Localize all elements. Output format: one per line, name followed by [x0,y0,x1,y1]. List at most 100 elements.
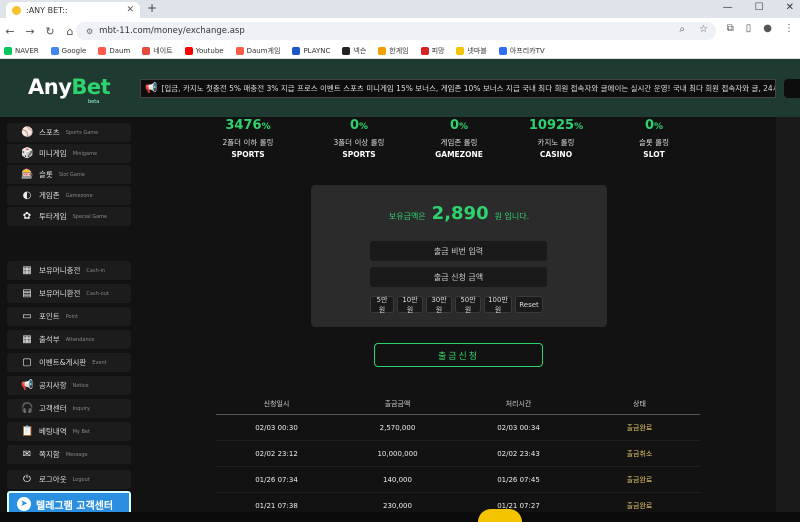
bookmark-favicon-icon [142,47,151,55]
sidebar-item[interactable]: ✉ 쪽지함 Message [7,445,131,464]
sidebar-item[interactable]: 📋 베팅내역 My Bet [7,422,131,441]
bookmark-favicon-icon [184,47,193,55]
add-amount-button[interactable]: 5만원 [370,296,394,314]
back-icon[interactable]: ← [0,25,20,38]
sidebar-item[interactable]: ✿ 투타게임 Special Game [7,207,131,226]
maximize-icon[interactable]: ☐ [755,2,764,13]
bookmark-item[interactable]: 한게임 [378,46,409,56]
browser-tab[interactable]: :ANY BET:: ✕ [6,2,140,18]
sidebar-label: 게임존 [39,191,60,200]
stat-category: SPORTS [231,150,265,159]
sidebar-item[interactable]: ▦ 보유머니충전 Cash-in [7,261,131,280]
zoom-icon[interactable]: ⌕ [679,24,685,35]
bookmark-item[interactable]: 넷마블 [456,46,487,56]
stat-number: 0 [349,118,359,133]
bookmark-label: Daum게임 [246,47,281,55]
sidebar-sublabel: Inquiry [72,405,90,412]
add-amount-button[interactable]: 10만원 [397,296,423,314]
cell-amount: 2,570,000 [379,423,416,432]
site-logo[interactable]: AnyBet beta [28,75,111,105]
bookmark-item[interactable]: Youtube [184,47,224,55]
bookmark-item[interactable]: Daum게임 [235,46,281,56]
main-content: 3476% 2폴더 이하 롤링 SPORTS 0% 3폴더 이상 롤링 SPORTS 0% 게… [138,117,776,522]
sidebar-icon: ◐ [22,190,32,201]
stat-unit: % [261,122,271,132]
sidebar-sublabel: Notice [72,382,89,389]
megaphone-icon: 📢 [145,83,158,94]
close-icon[interactable]: ✕ [126,5,134,15]
sidebar-item[interactable]: ◐ 게임존 Gamezone [7,186,131,205]
bookmark-item[interactable]: Google [50,47,86,55]
withdraw-submit-button[interactable]: 출금신청 [374,343,543,367]
cell-status: 출금완료 [626,423,653,432]
floating-chat-button[interactable] [478,509,522,522]
withdraw-password-input[interactable] [370,241,547,261]
add-amount-button[interactable]: 50만원 [455,296,481,314]
bookmark-item[interactable]: 넥슨 [342,46,366,56]
sidebar-icon: 🎧 [21,403,34,414]
stat-category: SLOT [643,150,665,159]
sidebar-item[interactable]: 🎧 고객센터 Inquiry [7,399,131,418]
menu-icon[interactable]: ⋮ [784,23,794,34]
window-close-icon[interactable]: ✕ [786,2,794,13]
sidebar-sublabel: My Bet [72,428,90,435]
sidebar-sublabel: Sports Game [65,129,99,136]
sidepanel-icon[interactable]: ▯ [746,23,752,34]
withdraw-amount-input[interactable] [370,267,547,287]
balance-value: 2,890 [431,203,489,224]
bookmark-item[interactable]: NAVER [4,47,39,55]
profile-icon[interactable]: ● [763,23,772,34]
site-info-icon[interactable]: ⚙ [86,27,93,36]
logo-any: Any [28,75,72,99]
bookmark-label: 아프리카TV [509,47,545,55]
sidebar-item[interactable]: ▤ 보유머니환전 Cash-out [7,284,131,303]
bookmark-item[interactable]: 네이트 [142,46,173,56]
sidebar: ➤ 텔레그램 고객센터 ⚾ 스포츠 Sports Game 🎲 미니게임 Minigame… [0,117,138,522]
url-text[interactable]: mbt-11.com/money/exchange.asp [99,26,245,36]
minimize-icon[interactable]: — [723,2,733,13]
bookmark-label: 네이트 [153,47,173,55]
bookmark-item[interactable]: PLAYNC [292,47,330,55]
forward-icon[interactable]: → [20,25,40,38]
sidebar-label: 보유머니충전 [39,266,81,275]
rolling-stat: 3476% 2폴더 이하 롤링 SPORTS [193,119,303,159]
sidebar-sublabel: Event [92,359,107,366]
bookmark-star-icon[interactable]: ☆ [699,24,708,35]
marquee-text: [입금, 카지노 첫충전 5% 매충전 3% 지급 프로스 이벤트 스포츠 미니… [161,84,776,93]
extensions-icon[interactable]: ⧉ [727,23,734,34]
sidebar-item[interactable]: 🎲 미니게임 Minigame [7,144,131,163]
sidebar-icon: 📋 [21,426,34,437]
sidebar-label: 투타게임 [39,212,67,221]
sidebar-item[interactable]: ▢ 이벤트&게시판 Event [7,353,131,372]
bookmark-item[interactable]: 아프리카TV [498,46,545,56]
add-amount-button[interactable]: 100만원 [484,296,512,314]
stat-value: 0% [304,119,414,134]
add-amount-button[interactable]: 30만원 [426,296,452,314]
sidebar-item[interactable]: ⚾ 스포츠 Sports Game [7,123,131,142]
reload-icon[interactable]: ↻ [40,25,60,38]
cell-date: 02/03 00:30 [255,423,298,432]
bookmark-item[interactable]: 피망 [420,46,444,56]
address-bar[interactable]: ⚙ mbt-11.com/money/exchange.asp ⌕ ☆ [76,22,716,40]
sidebar-item[interactable]: 🎰 슬롯 Slot Game [7,165,131,184]
column-header: 상태 [633,399,646,408]
header-button[interactable] [784,79,800,98]
column-header: 신청일시 [263,399,290,408]
cell-date: 01/26 07:34 [255,475,298,484]
bookmark-item[interactable]: Daum [98,47,130,55]
stat-label: 슬롯 롤링 [639,138,669,147]
balance-line: 보유금액은 2,890 원 입니다. [311,203,607,224]
sidebar-sublabel: Logout [72,476,90,483]
sidebar-item[interactable]: 📢 공지사항 Notice [7,376,131,395]
new-tab-icon[interactable]: + [147,1,157,15]
sidebar-item[interactable]: ▭ 포인트 Point [7,307,131,326]
cell-amount: 140,000 [383,475,412,484]
sidebar-label: 고객센터 [39,404,67,413]
sidebar-item[interactable]: ⏻ 로그아웃 Logout [7,470,131,489]
bookmark-favicon-icon [456,47,465,55]
sidebar-sublabel: Message [65,451,88,458]
reset-amount-button[interactable]: Reset [515,296,543,313]
sidebar-item[interactable]: ▦ 출석부 Attendance [7,330,131,349]
stat-category: SPORTS [342,150,376,159]
cell-date: 01/21 07:38 [255,501,298,510]
